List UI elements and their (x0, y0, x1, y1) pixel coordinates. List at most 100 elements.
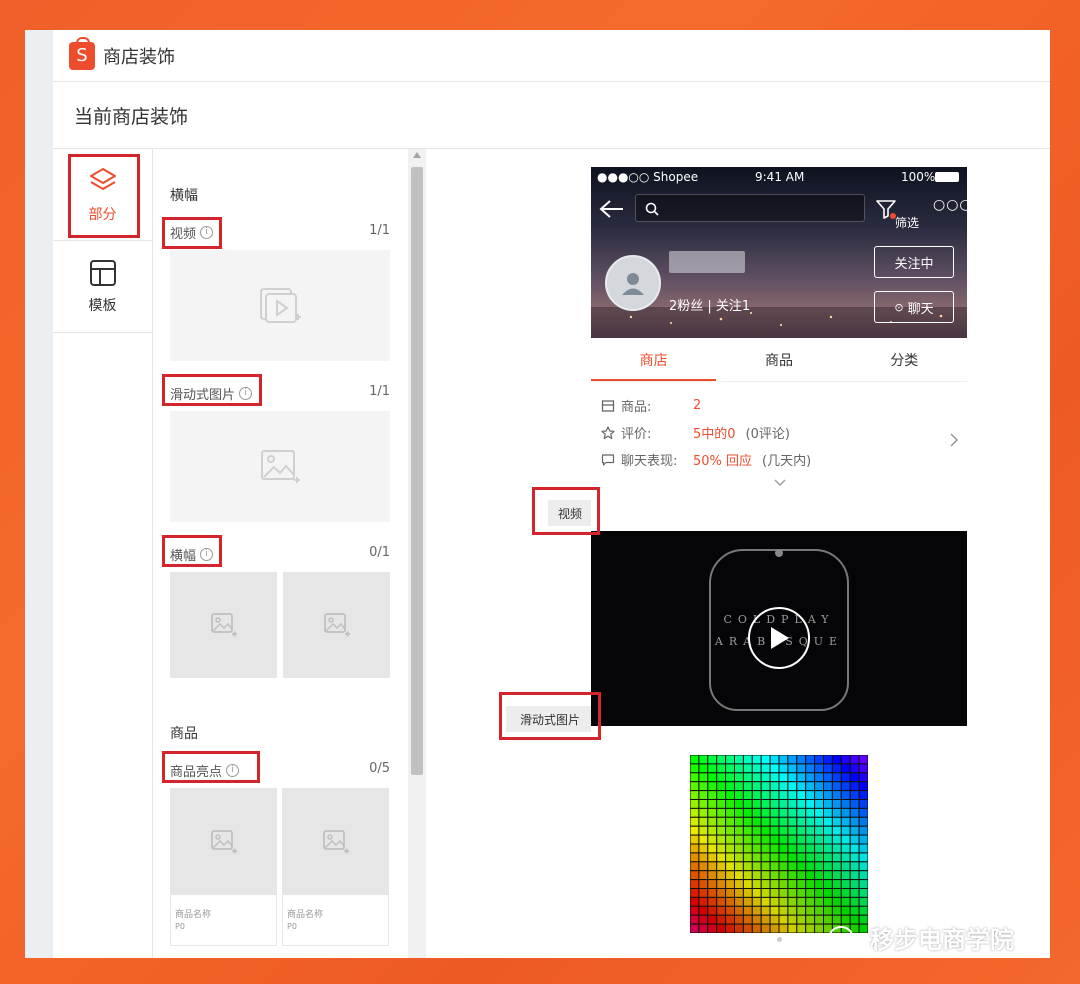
image-add-icon (322, 830, 349, 854)
left-strip (25, 30, 53, 958)
top-bar: S 商店装饰 (53, 30, 1050, 82)
row-count-banner: 0/1 (369, 545, 390, 560)
video-add-icon (260, 287, 301, 323)
components-panel: 横幅 视频 i 1/1 滑动式图片 i 1/1 横幅 i 0/1 商品 商品亮点… (153, 149, 408, 958)
slider-image[interactable] (689, 754, 869, 934)
stat-row-chat: 聊天表现: 50% 回应 (几天内) (601, 450, 811, 469)
chevron-down-icon[interactable] (774, 479, 786, 487)
row-label-video: 视频 i (170, 223, 214, 242)
play-icon (771, 627, 789, 649)
shop-stats[interactable]: 商品: 2 评价: 5中的0 (0评论) 聊天表现: 50% 回应 (几天内) (591, 382, 967, 500)
chat-icon (601, 453, 615, 466)
chat-button[interactable]: ⊙ 聊天 (874, 291, 954, 323)
row-label-slider: 滑动式图片 i (170, 384, 253, 403)
stat-note: (几天内) (762, 454, 812, 469)
phone-preview: ●●●○○ Shopee 9:41 AM 100% 筛选 ○○○ 关注中 ⊙ 聊… (591, 167, 967, 958)
image-add-icon (210, 613, 237, 637)
tab-categories[interactable]: 分类 (842, 338, 967, 381)
image-add-icon (210, 830, 237, 854)
watermark: 移步电商学院 (828, 920, 1014, 955)
nav-item-templates[interactable]: 模板 (53, 241, 152, 333)
stat-label: 评价: (621, 427, 652, 442)
product-price: P0 (287, 922, 297, 931)
nav-item-sections[interactable]: 部分 (53, 149, 152, 241)
nav-label-templates: 模板 (88, 297, 117, 314)
stat-row-products: 商品: 2 (601, 396, 701, 415)
layers-icon (89, 167, 116, 190)
more-icon[interactable]: ○○○ (933, 197, 967, 213)
banner-placeholder[interactable] (283, 572, 390, 678)
section-title-banner: 横幅 (170, 188, 198, 204)
follow-button[interactable]: 关注中 (874, 246, 954, 278)
battery-text: 100% (901, 170, 936, 184)
row-label-banner-text: 横幅 (170, 549, 197, 564)
chat-button-label: 聊天 (907, 301, 934, 317)
row-label-video-text: 视频 (170, 227, 197, 242)
tab-products[interactable]: 商品 (716, 338, 841, 381)
row-count-slider: 1/1 (369, 384, 390, 399)
stat-label: 聊天表现: (621, 454, 678, 469)
page-title: 当前商店装饰 (53, 82, 1050, 149)
carrier-text: ●●●○○ Shopee (597, 170, 699, 184)
nav-label-sections: 部分 (88, 206, 117, 223)
row-label-highlights-text: 商品亮点 (170, 765, 223, 780)
product-name: 商品名称 (175, 910, 212, 920)
stat-note: (0评论) (745, 427, 790, 442)
product-card[interactable]: 商品名称 P0 (170, 788, 277, 946)
banner-placeholder[interactable] (170, 572, 277, 678)
filter-label[interactable]: 筛选 (895, 214, 919, 231)
chat-bubble-icon: ⊙ (894, 300, 904, 314)
stat-value: 5中的0 (693, 427, 736, 442)
shopee-logo-icon: S (69, 36, 95, 70)
template-icon (89, 259, 116, 286)
panel-scrollbar[interactable] (408, 149, 426, 958)
preview-tag-video[interactable]: 视频 (548, 500, 592, 526)
stat-value: 50% 回应 (693, 454, 753, 469)
info-icon[interactable]: i (226, 764, 240, 777)
time-text: 9:41 AM (755, 170, 805, 184)
back-arrow-icon[interactable] (599, 199, 625, 219)
shop-tabs: 商店 商品 分类 (591, 338, 967, 382)
shop-header: ●●●○○ Shopee 9:41 AM 100% 筛选 ○○○ 关注中 ⊙ 聊… (591, 167, 967, 338)
image-add-icon (261, 449, 300, 483)
product-card[interactable]: 商品名称 P0 (282, 788, 389, 946)
ornament-dot (775, 549, 783, 557)
row-label-banner: 横幅 i (170, 545, 214, 564)
row-count-video: 1/1 (369, 223, 390, 238)
slider-dot[interactable] (777, 937, 782, 942)
stat-row-rating: 评价: 5中的0 (0评论) (601, 423, 790, 442)
tab-shop[interactable]: 商店 (591, 338, 717, 381)
search-icon (645, 202, 659, 216)
wechat-icon (829, 925, 861, 949)
follow-button-label: 关注中 (894, 256, 934, 272)
battery-icon (935, 172, 959, 182)
scroll-up-arrow-icon[interactable] (413, 152, 421, 158)
avatar[interactable] (605, 255, 661, 311)
product-image-placeholder (283, 789, 388, 895)
info-icon[interactable]: i (239, 387, 253, 400)
store-icon (601, 399, 615, 412)
product-image-placeholder (171, 789, 276, 895)
chevron-right-icon[interactable] (949, 432, 959, 448)
side-nav: 部分 模板 (53, 149, 153, 958)
preview-tag-slider[interactable]: 滑动式图片 (506, 706, 594, 732)
play-button[interactable] (748, 607, 810, 669)
section-title-products: 商品 (170, 726, 198, 742)
stat-value: 2 (693, 398, 702, 413)
video-placeholder[interactable] (170, 250, 390, 361)
shop-search-input[interactable] (635, 194, 865, 222)
video-preview[interactable]: COLDPLAY ARABESQUE (591, 531, 967, 726)
watermark-text: 移步电商学院 (870, 926, 1014, 954)
row-count-highlights: 0/5 (369, 761, 390, 776)
info-icon[interactable]: i (200, 226, 214, 239)
row-label-highlights: 商品亮点 i (170, 761, 240, 780)
slider-placeholder[interactable] (170, 411, 390, 522)
scroll-thumb[interactable] (411, 167, 423, 775)
color-grid-image (689, 754, 869, 934)
info-icon[interactable]: i (200, 548, 214, 561)
star-icon (601, 425, 615, 439)
followers-text: 2粉丝 | 关注1 (669, 299, 751, 314)
filter-icon[interactable] (875, 198, 897, 220)
shop-name-blurred (669, 251, 745, 273)
image-add-icon (323, 613, 350, 637)
